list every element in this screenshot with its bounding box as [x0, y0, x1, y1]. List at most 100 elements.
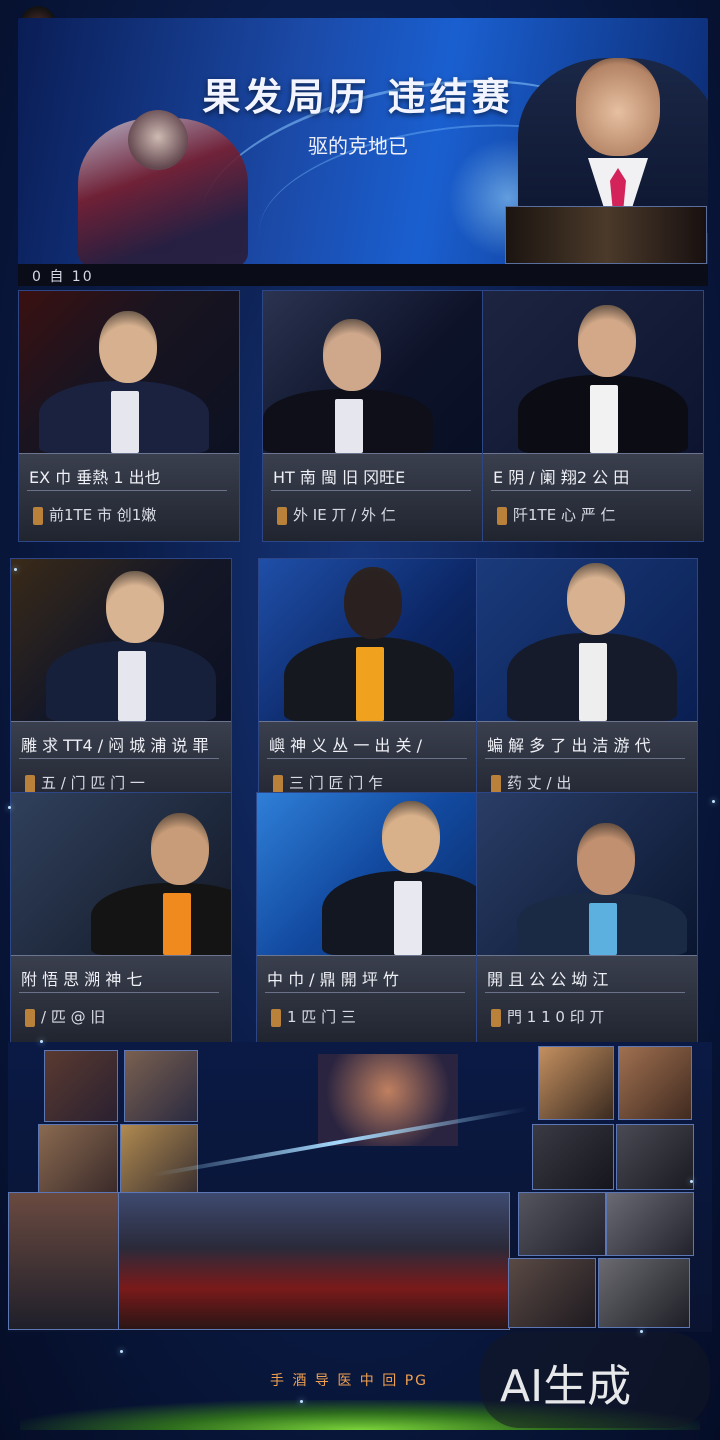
card-meta-text: 外 IE 丌 / 外 仁	[293, 506, 396, 524]
card-caption: 中 巾 / 鼎 開 坪 竹 1 匹 门 三	[257, 955, 477, 1043]
microphone-icon	[273, 774, 283, 793]
microphone-icon	[271, 1008, 281, 1027]
collage-tile[interactable]	[124, 1050, 198, 1122]
collage-tile[interactable]	[598, 1258, 690, 1328]
shirt-accent	[394, 881, 422, 955]
sparkle-icon	[8, 806, 11, 809]
person-head	[577, 823, 635, 895]
banner-left-figure	[78, 110, 248, 266]
card-meta-text: / 匹 @ 旧	[41, 1008, 106, 1026]
collage-tile[interactable]	[606, 1192, 694, 1256]
microphone-icon	[497, 506, 507, 525]
collage-tile[interactable]	[44, 1050, 118, 1122]
collage-crowd-scene[interactable]	[118, 1192, 510, 1330]
sparkle-icon	[14, 568, 17, 571]
card-meta-text: 五 / 门 匹 门 一	[41, 774, 145, 792]
card-meta-text: 药 丈 / 出	[507, 774, 572, 792]
caption-divider	[265, 992, 465, 993]
card-photo	[263, 291, 483, 453]
news-card[interactable]: 附 悟 思 溯 神 七 / 匹 @ 旧	[10, 792, 232, 1044]
collage-tile[interactable]	[538, 1046, 614, 1120]
sparkle-icon	[690, 1180, 693, 1183]
sparkle-icon	[120, 1350, 123, 1353]
news-card[interactable]: HT 南 閩 旧 冈旺E 外 IE 丌 / 外 仁	[262, 290, 484, 542]
news-card[interactable]: 蝙 解 多 了 出 洁 游 代药 丈 / 出	[476, 558, 698, 810]
news-card[interactable]: 雕 求 TT4 / 闷 城 浦 说 罪五 / 门 匹 门 一	[10, 558, 232, 810]
sparkle-icon	[640, 1330, 643, 1333]
caption-divider	[27, 490, 227, 491]
host-face	[576, 58, 660, 156]
person-head	[567, 563, 625, 635]
microphone-icon	[25, 774, 35, 793]
strip-label: 0 自 10	[32, 269, 94, 285]
banner-title: 果发局历 违结赛	[202, 74, 514, 119]
caption-divider	[491, 490, 691, 491]
microphone-icon	[33, 506, 43, 525]
card-meta: 药 丈 / 出	[491, 772, 571, 793]
shirt-accent	[163, 893, 191, 955]
card-photo	[19, 291, 239, 453]
card-caption: HT 南 閩 旧 冈旺E 外 IE 丌 / 外 仁	[263, 453, 483, 541]
card-photo	[11, 559, 231, 721]
card-title: 雕 求 TT4 / 闷 城 浦 说 罪	[21, 736, 209, 755]
person-silhouette	[91, 883, 231, 955]
card-photo	[259, 559, 479, 721]
person-head	[106, 571, 164, 643]
card-title: 開 且 公 公 坳 江	[487, 970, 609, 989]
collage-tile[interactable]	[618, 1046, 692, 1120]
banner-subtitle: 驱的克地已	[308, 134, 408, 158]
news-card[interactable]: 開 且 公 公 坳 江門 1 1 0 印 丌	[476, 792, 698, 1044]
card-photo	[477, 793, 697, 955]
card-meta-text: 門 1 1 0 印 丌	[507, 1008, 605, 1026]
shirt-accent	[335, 399, 363, 453]
card-title: 蝙 解 多 了 出 洁 游 代	[487, 736, 651, 755]
card-meta-text: 阡1TE 心 严 仁	[513, 506, 616, 524]
sparkle-icon	[712, 800, 715, 803]
microphone-icon	[491, 774, 501, 793]
shirt-accent	[590, 385, 618, 453]
news-card[interactable]: 嶼 神 义 丛 一 出 关 / 三 门 匠 门 乍	[258, 558, 480, 810]
shirt-accent	[111, 391, 139, 453]
caption-divider	[19, 992, 219, 993]
shirt-accent	[356, 647, 384, 721]
card-photo	[11, 793, 231, 955]
ai-generated-label: AI生成	[500, 1361, 632, 1412]
collage-tile[interactable]	[508, 1258, 596, 1328]
card-meta: 前1TE 市 创1嫩	[33, 504, 156, 525]
sparkle-icon	[300, 1400, 303, 1403]
caption-divider	[271, 490, 471, 491]
caption-divider	[485, 992, 685, 993]
collage-tile[interactable]	[38, 1124, 118, 1194]
collage-tile[interactable]	[120, 1124, 198, 1194]
caption-divider	[267, 758, 467, 759]
footer-text: 手 酒 导 医 中 回 PG	[270, 1373, 428, 1389]
card-caption: 附 悟 思 溯 神 七 / 匹 @ 旧	[11, 955, 231, 1043]
card-title: 中 巾 / 鼎 開 坪 竹	[267, 970, 399, 989]
news-card[interactable]: 中 巾 / 鼎 開 坪 竹 1 匹 门 三	[256, 792, 478, 1044]
person-head	[99, 311, 157, 383]
person-head	[151, 813, 209, 885]
card-meta: 外 IE 丌 / 外 仁	[277, 504, 396, 525]
caption-divider	[19, 758, 219, 759]
card-meta: / 匹 @ 旧	[25, 1006, 105, 1027]
card-caption: E 阴 / 阑 翔2 公 田阡1TE 心 严 仁	[483, 453, 703, 541]
card-meta-text: 1 匹 门 三	[287, 1008, 356, 1026]
card-meta: 阡1TE 心 严 仁	[497, 504, 616, 525]
photo-collage[interactable]	[8, 1042, 712, 1332]
collage-tile[interactable]	[518, 1192, 606, 1256]
collage-tile[interactable]	[8, 1192, 120, 1330]
shirt-accent	[579, 643, 607, 721]
card-title: 附 悟 思 溯 神 七	[21, 970, 143, 989]
card-photo	[483, 291, 703, 453]
card-photo	[257, 793, 477, 955]
person-head	[344, 567, 402, 639]
news-card[interactable]: EX 巾 垂熱 1 出也 前1TE 市 创1嫩	[18, 290, 240, 542]
shirt-accent	[118, 651, 146, 721]
news-card[interactable]: E 阴 / 阑 翔2 公 田阡1TE 心 严 仁	[482, 290, 704, 542]
card-title: E 阴 / 阑 翔2 公 田	[493, 468, 630, 487]
banner-inset-thumbnail[interactable]	[505, 206, 707, 264]
microphone-icon	[25, 1008, 35, 1027]
collage-tile[interactable]	[616, 1124, 694, 1190]
card-title: EX 巾 垂熱 1 出也	[29, 468, 161, 487]
collage-tile[interactable]	[532, 1124, 614, 1190]
